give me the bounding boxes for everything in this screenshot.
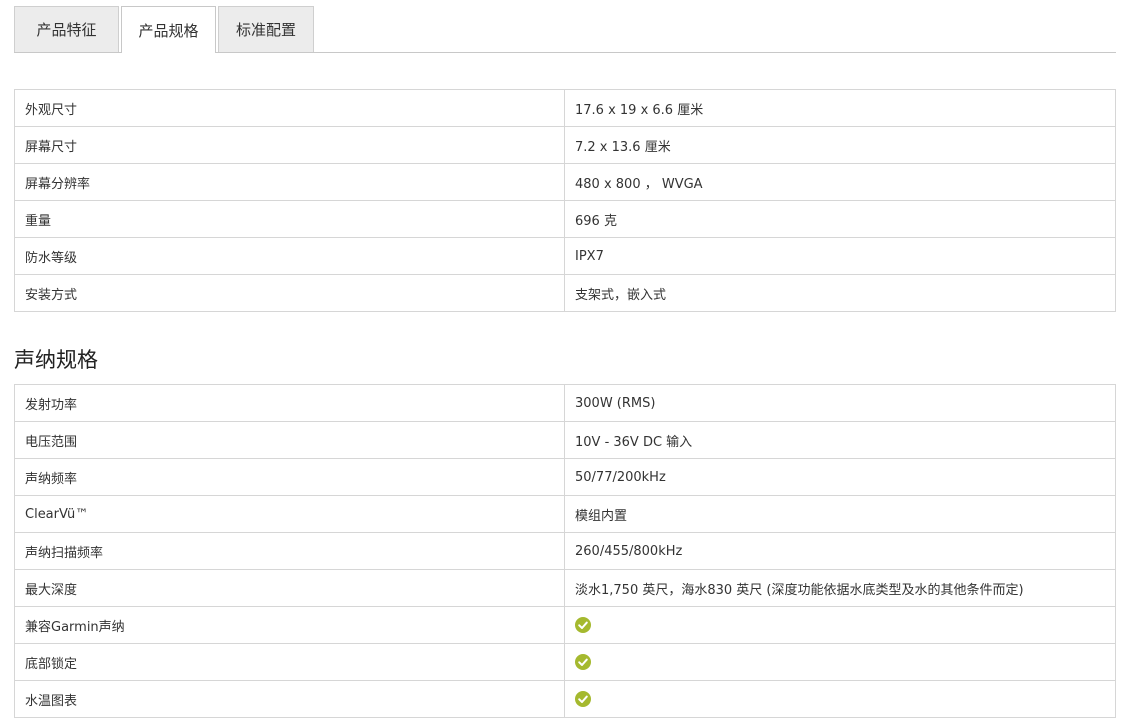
tab-specifications[interactable]: 产品规格: [121, 6, 216, 53]
table-row: 声纳频率 50/77/200kHz: [14, 458, 1116, 496]
check-circle-icon: [575, 617, 591, 633]
spec-label: 屏幕尺寸: [14, 126, 565, 164]
table-row: ClearVü™ 模组内置: [14, 495, 1116, 533]
spec-value: 17.6 x 19 x 6.6 厘米: [564, 89, 1116, 127]
spec-value: 50/77/200kHz: [564, 458, 1116, 496]
spec-label: 屏幕分辨率: [14, 163, 565, 201]
spec-value: [564, 680, 1116, 718]
check-circle-icon: [575, 691, 591, 707]
table-row: 底部锁定: [14, 643, 1116, 681]
table-row: 水温图表: [14, 680, 1116, 718]
general-spec-table: 外观尺寸 17.6 x 19 x 6.6 厘米 屏幕尺寸 7.2 x 13.6 …: [14, 89, 1116, 312]
spec-label: 底部锁定: [14, 643, 565, 681]
spec-value: 300W (RMS): [564, 384, 1116, 422]
sonar-spec-table: 发射功率 300W (RMS) 电压范围 10V - 36V DC 输入 声纳频…: [14, 384, 1116, 718]
spec-label: 最大深度: [14, 569, 565, 607]
table-row: 安装方式 支架式，嵌入式: [14, 274, 1116, 312]
spec-label: 发射功率: [14, 384, 565, 422]
spec-value: 480 x 800 ， WVGA: [564, 163, 1116, 201]
spec-value: IPX7: [564, 237, 1116, 275]
table-row: 电压范围 10V - 36V DC 输入: [14, 421, 1116, 459]
spec-label: 安装方式: [14, 274, 565, 312]
table-row: 最大深度 淡水1,750 英尺，海水830 英尺 (深度功能依据水底类型及水的其…: [14, 569, 1116, 607]
spec-value: 10V - 36V DC 输入: [564, 421, 1116, 459]
tab-standard-config[interactable]: 标准配置: [218, 6, 314, 52]
spec-label: 声纳扫描频率: [14, 532, 565, 570]
table-row: 外观尺寸 17.6 x 19 x 6.6 厘米: [14, 89, 1116, 127]
spec-value: 支架式，嵌入式: [564, 274, 1116, 312]
spec-tabs: 产品特征 产品规格 标准配置: [14, 6, 1116, 53]
spec-label: 水温图表: [14, 680, 565, 718]
spec-label: 电压范围: [14, 421, 565, 459]
spec-value: 696 克: [564, 200, 1116, 238]
spec-label: 声纳频率: [14, 458, 565, 496]
spec-value: [564, 606, 1116, 644]
sonar-section-title: 声纳规格: [14, 348, 98, 372]
spec-value: 7.2 x 13.6 厘米: [564, 126, 1116, 164]
table-row: 声纳扫描频率 260/455/800kHz: [14, 532, 1116, 570]
table-row: 发射功率 300W (RMS): [14, 384, 1116, 422]
table-row: 防水等级 IPX7: [14, 237, 1116, 275]
spec-value: 260/455/800kHz: [564, 532, 1116, 570]
spec-value: [564, 643, 1116, 681]
spec-label: 重量: [14, 200, 565, 238]
table-row: 屏幕分辨率 480 x 800 ， WVGA: [14, 163, 1116, 201]
spec-label: 外观尺寸: [14, 89, 565, 127]
spec-value: 模组内置: [564, 495, 1116, 533]
tab-features[interactable]: 产品特征: [14, 6, 119, 52]
spec-label: ClearVü™: [14, 495, 565, 533]
check-circle-icon: [575, 654, 591, 670]
table-row: 兼容Garmin声纳: [14, 606, 1116, 644]
spec-label: 防水等级: [14, 237, 565, 275]
table-row: 屏幕尺寸 7.2 x 13.6 厘米: [14, 126, 1116, 164]
spec-label: 兼容Garmin声纳: [14, 606, 565, 644]
table-row: 重量 696 克: [14, 200, 1116, 238]
spec-value: 淡水1,750 英尺，海水830 英尺 (深度功能依据水底类型及水的其他条件而定…: [564, 569, 1116, 607]
